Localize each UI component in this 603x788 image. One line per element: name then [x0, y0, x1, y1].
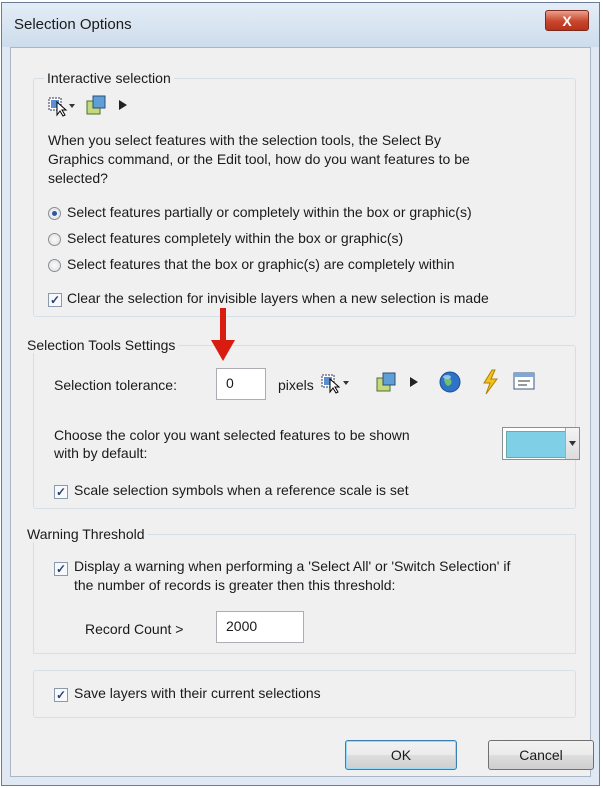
pixels-label: pixels — [278, 377, 314, 393]
warning-threshold-group: Warning Threshold ✓ Display a warning wh… — [24, 526, 576, 654]
cancel-button[interactable]: Cancel — [488, 740, 594, 770]
color-question-line: with by default: — [54, 445, 148, 461]
window-title: Selection Options — [14, 16, 132, 33]
save-layers-label[interactable]: Save layers with their current selection… — [74, 685, 321, 701]
lightning-icon[interactable] — [480, 369, 500, 395]
color-question: Choose the color you want selected featu… — [54, 426, 410, 462]
selection-tools-legend: Selection Tools Settings — [24, 337, 179, 353]
display-warning-line: the number of records is greater then th… — [74, 577, 396, 593]
save-layers-group: ✓ Save layers with their current selecti… — [33, 670, 576, 718]
record-count-label: Record Count > — [85, 621, 184, 637]
select-elements-tool-icon[interactable] — [84, 93, 108, 117]
close-button[interactable]: X — [545, 10, 589, 31]
ok-button[interactable]: OK — [345, 740, 457, 770]
pointer-tool-icon[interactable] — [408, 375, 420, 389]
chevron-down-icon[interactable] — [565, 428, 579, 459]
option-completely-radio[interactable] — [48, 233, 61, 246]
display-warning-checkbox[interactable]: ✓ — [54, 562, 68, 576]
option-completely-label[interactable]: Select features completely within the bo… — [67, 230, 403, 246]
option-partially-radio[interactable] — [48, 207, 61, 220]
interactive-selection-group: Interactive selection When you select fe… — [33, 70, 576, 317]
question-line: selected? — [48, 170, 108, 186]
color-question-line: Choose the color you want selected featu… — [54, 427, 410, 443]
scale-symbols-checkbox[interactable]: ✓ — [54, 485, 68, 499]
select-by-rectangle-tool-icon[interactable] — [48, 95, 76, 117]
display-warning-line: Display a warning when performing a 'Sel… — [74, 558, 511, 574]
scale-symbols-label[interactable]: Scale selection symbols when a reference… — [74, 482, 409, 498]
red-arrow-annotation — [211, 308, 235, 361]
selection-color-picker[interactable] — [502, 427, 580, 460]
select-elements-tool-icon[interactable] — [374, 370, 398, 394]
tolerance-input[interactable]: 0 — [216, 368, 266, 400]
warning-threshold-legend: Warning Threshold — [24, 526, 148, 542]
display-warning-text[interactable]: Display a warning when performing a 'Sel… — [74, 557, 510, 595]
question-line: When you select features with the select… — [48, 132, 441, 148]
clear-selection-checkbox[interactable]: ✓ — [48, 293, 62, 307]
dialog-body: Interactive selection When you select fe… — [10, 47, 594, 777]
clear-selection-label[interactable]: Clear the selection for invisible layers… — [67, 290, 489, 306]
save-layers-checkbox[interactable]: ✓ — [54, 688, 68, 702]
option-partially-label[interactable]: Select features partially or completely … — [67, 204, 472, 220]
selection-tools-group: Selection Tools Settings Selection toler… — [24, 308, 580, 509]
title-bar[interactable]: Selection Options X — [2, 3, 599, 47]
select-by-rectangle-tool-icon[interactable] — [321, 372, 351, 394]
attributes-table-icon[interactable] — [513, 372, 535, 392]
interactive-question: When you select features with the select… — [48, 131, 470, 188]
option-box-within-label[interactable]: Select features that the box or graphic(… — [67, 256, 455, 272]
color-swatch — [506, 431, 566, 458]
globe-icon[interactable] — [438, 370, 462, 394]
tolerance-label: Selection tolerance: — [54, 377, 177, 393]
selection-options-dialog: Selection Options X Interactive selectio… — [1, 2, 600, 786]
pointer-tool-icon[interactable] — [117, 98, 129, 112]
interactive-selection-legend: Interactive selection — [44, 70, 174, 86]
option-box-within-radio[interactable] — [48, 259, 61, 272]
question-line: Graphics command, or the Edit tool, how … — [48, 151, 470, 167]
record-count-input[interactable]: 2000 — [216, 611, 304, 643]
